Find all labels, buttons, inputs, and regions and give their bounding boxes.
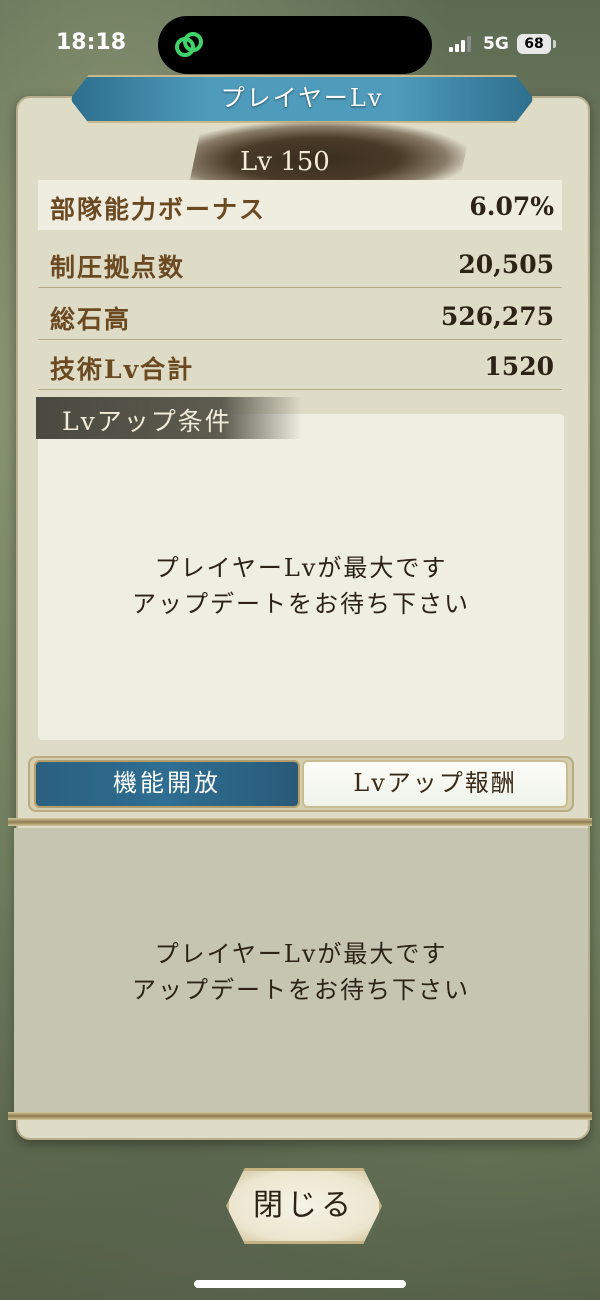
signal-icon (449, 36, 475, 52)
conditions-heading: Lvアップ条件 (62, 407, 232, 436)
stat-row-unit-bonus: 部隊能力ボーナス 6.07% (38, 180, 562, 230)
tab-level-up-reward-label[interactable]: Lvアップ報酬 (302, 760, 568, 808)
conditions-message-line1: プレイヤーLvが最大です (154, 554, 448, 582)
conditions-message: プレイヤーLvが最大です アップデートをお待ち下さい (38, 550, 564, 622)
home-indicator[interactable] (194, 1280, 406, 1288)
network-type: 5G (483, 34, 509, 54)
stat-label: 制圧拠点数 (50, 253, 186, 282)
divider-bottom (8, 1112, 592, 1120)
stat-value: 526,275 (440, 302, 554, 331)
stat-value: 6.07% (469, 192, 554, 221)
dialog-title: プレイヤーLv (220, 84, 384, 112)
stat-row-captured-bases: 制圧拠点数 20,505 (38, 238, 562, 288)
link-icon (175, 32, 203, 57)
conditions-message-line2: アップデートをお待ち下さい (132, 590, 470, 618)
battery-tip (553, 40, 556, 48)
status-time: 18:18 (56, 30, 127, 55)
tab-content-message-line1: プレイヤーLvが最大です (154, 940, 448, 968)
player-level: Lv 150 (240, 147, 330, 177)
tab-content-message: プレイヤーLvが最大です アップデートをお待ち下さい (14, 936, 588, 1008)
battery-icon: 68 (517, 34, 551, 54)
stat-label: 技術Lv合計 (50, 355, 195, 384)
divider-top (8, 818, 592, 826)
stat-value: 1520 (484, 352, 554, 381)
stat-row-tech-level-total: 技術Lv合計 1520 (38, 340, 562, 390)
tab-feature-unlock-label[interactable]: 機能開放 (34, 760, 300, 808)
close-button-label[interactable]: 閉じる (226, 1168, 382, 1244)
tab-content-message-line2: アップデートをお待ち下さい (132, 976, 470, 1004)
stat-label: 部隊能力ボーナス (50, 195, 267, 224)
stat-value: 20,505 (458, 250, 554, 279)
stat-label: 総石高 (50, 305, 132, 334)
dynamic-island (158, 16, 432, 74)
stat-row-total-koku: 総石高 526,275 (38, 290, 562, 340)
